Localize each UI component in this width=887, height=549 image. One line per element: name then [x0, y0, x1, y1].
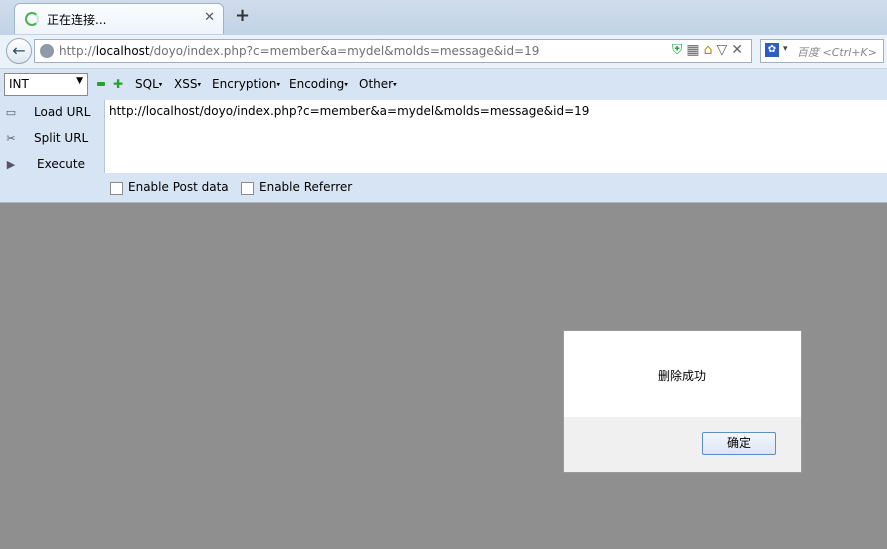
search-placeholder: 百度 <Ctrl+K> — [797, 46, 877, 59]
plus-icon[interactable]: ✚ — [113, 77, 123, 91]
address-text: http://localhost/doyo/index.php?c=member… — [59, 44, 540, 58]
back-button[interactable]: ← — [6, 38, 32, 64]
menu-encryption[interactable]: Encryption▾ — [212, 77, 280, 91]
loading-icon — [25, 12, 39, 26]
chevron-down-icon: ▼ — [76, 76, 83, 86]
load-icon: ▭ — [5, 106, 17, 119]
menu-xss[interactable]: XSS▾ — [174, 77, 201, 91]
new-tab-button[interactable]: + — [235, 5, 250, 26]
ok-button[interactable]: 确定 — [702, 432, 776, 455]
load-url-button[interactable]: ▭ Load URL — [0, 101, 100, 125]
alert-dialog: 删除成功 确定 — [563, 330, 802, 473]
baidu-icon: ✿ — [765, 43, 779, 57]
enable-referrer-label: Enable Referrer — [259, 180, 353, 194]
split-url-button[interactable]: ✂ Split URL — [0, 127, 100, 151]
enable-referrer-checkbox[interactable] — [241, 182, 254, 195]
tab-close-icon[interactable]: ✕ — [204, 10, 215, 25]
stop-icon[interactable]: ✕ — [731, 42, 747, 58]
execute-button[interactable]: ▶ Execute — [0, 153, 100, 177]
shield-icon[interactable]: ⛨ — [672, 42, 687, 58]
url-textarea[interactable]: http://localhost/doyo/index.php?c=member… — [104, 100, 887, 173]
dropdown-icon[interactable]: ▽ — [716, 42, 731, 58]
address-bar-icons: ⛨▦⌂▽✕ — [672, 42, 747, 58]
menu-other[interactable]: Other▾ — [359, 77, 397, 91]
navigation-bar: ← http://localhost/doyo/index.php?c=memb… — [0, 35, 887, 69]
menu-sql[interactable]: SQL▾ — [135, 77, 162, 91]
back-arrow-icon: ← — [12, 41, 26, 60]
search-box[interactable]: ✿ ▾ 百度 <Ctrl+K> — [760, 39, 884, 63]
tab-bar: 正在连接... ✕ + — [0, 0, 887, 35]
dialog-message: 删除成功 — [658, 369, 707, 383]
search-engine-dropdown-icon[interactable]: ▾ — [783, 44, 788, 54]
enable-post-label: Enable Post data — [128, 180, 229, 194]
play-icon: ▶ — [6, 158, 16, 171]
hackbar-panel: INT ▼ ✚ SQL▾ XSS▾ Encryption▾ Encoding▾ O… — [0, 69, 887, 203]
qr-code-icon[interactable]: ▦ — [686, 42, 703, 58]
minus-icon[interactable] — [97, 82, 105, 86]
home-icon[interactable]: ⌂ — [704, 42, 717, 58]
tab-title: 正在连接... — [47, 13, 107, 27]
scissors-icon: ✂ — [6, 132, 16, 145]
type-select[interactable]: INT ▼ — [4, 73, 88, 96]
enable-post-checkbox[interactable] — [110, 182, 123, 195]
address-bar[interactable]: http://localhost/doyo/index.php?c=member… — [34, 39, 752, 63]
globe-icon — [40, 44, 54, 58]
browser-tab[interactable]: 正在连接... ✕ — [14, 3, 224, 34]
menu-encoding[interactable]: Encoding▾ — [289, 77, 348, 91]
dialog-body: 删除成功 — [564, 331, 801, 417]
